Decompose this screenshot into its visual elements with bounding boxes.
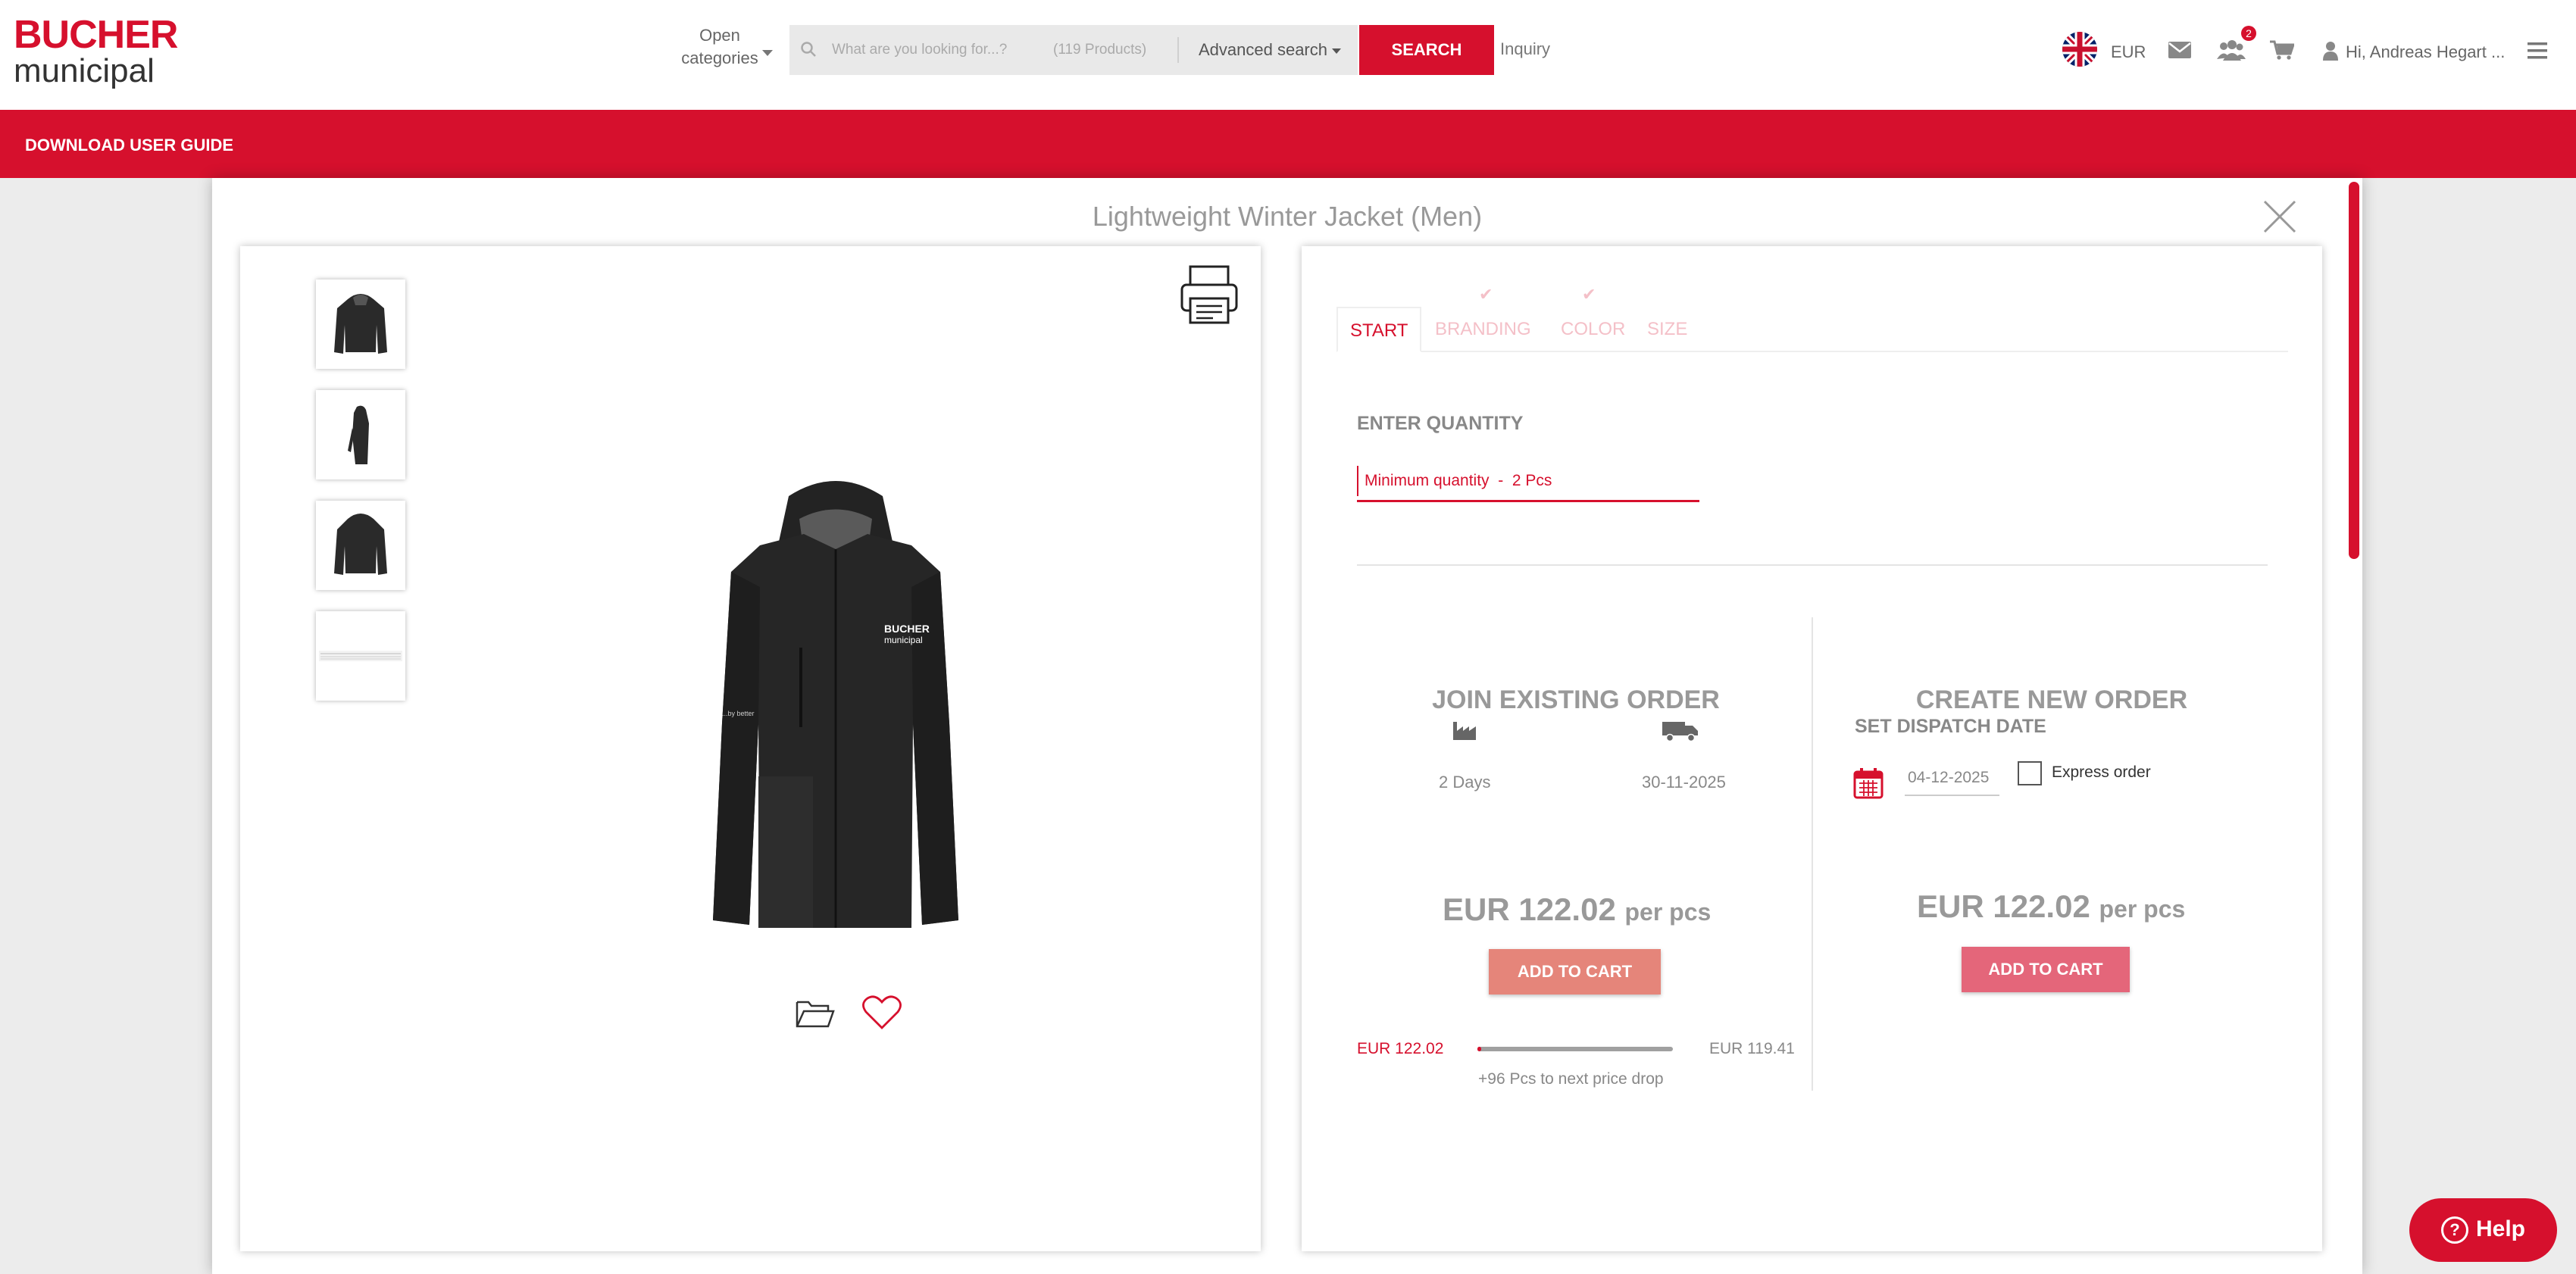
column-divider xyxy=(1812,617,1813,1091)
production-days: 2 Days xyxy=(1439,773,1491,792)
join-price-value: EUR 122.02 xyxy=(1443,891,1616,927)
config-tabs: START ✔ BRANDING ✔ COLOR SIZE xyxy=(1336,285,2288,352)
add-to-cart-new-button[interactable]: ADD TO CART xyxy=(1962,947,2130,992)
new-price-value: EUR 122.02 xyxy=(1917,888,2090,924)
group-icon[interactable] xyxy=(2215,38,2246,62)
truck-icon xyxy=(1662,722,1698,742)
add-to-cart-join-button[interactable]: ADD TO CART xyxy=(1489,949,1661,995)
folder-icon[interactable] xyxy=(795,996,836,1029)
guide-banner: DOWNLOAD USER GUIDE xyxy=(0,110,2576,178)
search-bar: (119 Products) Advanced search xyxy=(789,25,1358,75)
thumbnail-front[interactable] xyxy=(316,279,405,369)
tab-color-label: COLOR xyxy=(1561,319,1626,339)
bucher-logo[interactable]: BUCHER municipal xyxy=(14,13,178,89)
price-tier-progress xyxy=(1477,1047,1673,1051)
quantity-input[interactable] xyxy=(1357,466,1699,496)
dispatch-date-input[interactable] xyxy=(1905,763,1999,793)
uk-flag-icon[interactable] xyxy=(2062,32,2097,67)
search-input[interactable] xyxy=(832,25,1059,75)
user-menu[interactable]: Hi, Andreas Hegart ... xyxy=(2346,42,2505,62)
svg-text:municipal: municipal xyxy=(884,635,923,645)
current-tier-price: EUR 122.02 xyxy=(1357,1040,1444,1057)
calendar-icon[interactable] xyxy=(1853,767,1884,799)
currency-selector[interactable]: EUR xyxy=(2111,42,2146,62)
size-chart-image xyxy=(319,651,402,661)
help-button[interactable]: ? Help xyxy=(2409,1198,2557,1262)
question-icon: ? xyxy=(2440,1216,2468,1244)
join-price-unit: per pcs xyxy=(1624,898,1712,926)
product-gallery-panel: BUCHER municipal ...by better xyxy=(240,246,1261,1251)
price-tier-progress-fill xyxy=(1477,1047,1482,1051)
inquiry-link[interactable]: Inquiry xyxy=(1500,39,1550,59)
create-new-title: CREATE NEW ORDER xyxy=(1915,685,2188,714)
dispatch-date-field-wrapper xyxy=(1905,763,1999,796)
tab-start[interactable]: START xyxy=(1336,307,1422,352)
svg-text:BUCHER: BUCHER xyxy=(884,623,930,635)
jacket-thumbnail-image xyxy=(334,294,387,354)
tab-size-label: SIZE xyxy=(1647,319,1688,339)
user-icon xyxy=(2323,42,2338,61)
tab-start-label: START xyxy=(1350,320,1408,341)
top-header: BUCHER municipal Open categories (119 Pr… xyxy=(0,0,2576,110)
next-price-drop-note: +96 Pcs to next price drop xyxy=(1478,1070,1664,1088)
download-user-guide-link[interactable]: DOWNLOAD USER GUIDE xyxy=(25,136,233,155)
jacket-back-image xyxy=(334,514,387,575)
close-icon[interactable] xyxy=(2262,198,2298,235)
join-price: EUR 122.02 per pcs xyxy=(1443,891,1711,928)
open-categories-dropdown[interactable]: Open categories xyxy=(667,24,773,70)
tab-color[interactable]: ✔ COLOR xyxy=(1561,285,1626,352)
open-categories-label: Open categories xyxy=(681,26,758,67)
check-icon: ✔ xyxy=(1582,285,1596,304)
delivery-date: 30-11-2025 xyxy=(1642,773,1726,792)
menu-icon[interactable] xyxy=(2528,42,2547,59)
check-icon: ✔ xyxy=(1479,285,1493,304)
new-price-unit: per pcs xyxy=(2099,895,2186,923)
advanced-search-dropdown[interactable]: Advanced search xyxy=(1199,40,1341,60)
express-order-label: Express order xyxy=(2052,763,2151,781)
chevron-down-icon xyxy=(1332,48,1341,54)
divider xyxy=(1357,564,2268,566)
jacket-main-image: BUCHER municipal ...by better xyxy=(713,481,958,928)
tab-size[interactable]: SIZE xyxy=(1647,307,1687,352)
heart-icon[interactable] xyxy=(861,995,902,1031)
next-tier-price: EUR 119.41 xyxy=(1709,1040,1795,1057)
quantity-field-wrapper xyxy=(1357,466,1699,502)
tab-branding[interactable]: ✔ BRANDING xyxy=(1435,285,1531,352)
express-order-checkbox[interactable] xyxy=(2018,761,2042,785)
search-divider xyxy=(1177,37,1179,63)
modal-scrollbar[interactable] xyxy=(2349,182,2359,559)
help-label: Help xyxy=(2475,1216,2525,1241)
tab-branding-label: BRANDING xyxy=(1435,319,1531,339)
thumbnail-side[interactable] xyxy=(316,390,405,479)
mail-icon[interactable] xyxy=(2168,42,2191,58)
join-existing-title: JOIN EXISTING ORDER xyxy=(1432,685,1720,714)
thumbnail-size-chart[interactable] xyxy=(316,611,405,701)
product-title: Lightweight Winter Jacket (Men) xyxy=(1092,201,1483,232)
thumbnail-back[interactable] xyxy=(316,501,405,590)
group-notification-badge: 2 xyxy=(2241,26,2256,41)
jacket-side-image xyxy=(348,405,369,464)
advanced-search-label: Advanced search xyxy=(1199,40,1327,59)
search-button[interactable]: SEARCH xyxy=(1359,25,1494,75)
cart-icon[interactable] xyxy=(2270,39,2294,61)
chevron-down-icon xyxy=(762,50,773,56)
quantity-label: ENTER QUANTITY xyxy=(1357,413,1524,434)
factory-icon xyxy=(1453,722,1476,740)
logo-brand: BUCHER xyxy=(14,13,178,57)
search-icon xyxy=(801,42,816,57)
printer-icon[interactable] xyxy=(1180,265,1239,326)
order-config-panel: START ✔ BRANDING ✔ COLOR SIZE ENTER QUAN… xyxy=(1302,246,2322,1251)
logo-sub: municipal xyxy=(14,52,155,89)
svg-text:...by better: ...by better xyxy=(722,710,755,717)
product-count: (119 Products) xyxy=(1053,42,1147,58)
new-order-price: EUR 122.02 per pcs xyxy=(1917,888,2185,925)
dispatch-date-label: SET DISPATCH DATE xyxy=(1855,716,2046,737)
